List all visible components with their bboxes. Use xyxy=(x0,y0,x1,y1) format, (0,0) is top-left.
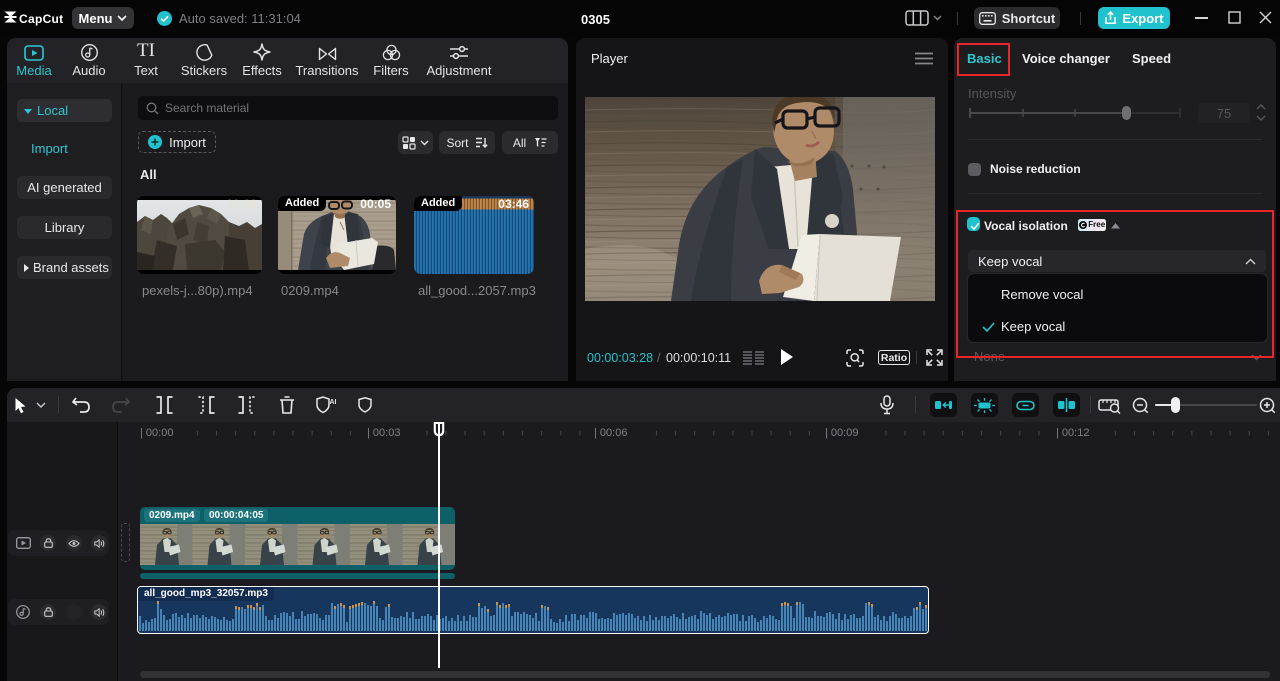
svg-text:AI: AI xyxy=(330,399,337,406)
